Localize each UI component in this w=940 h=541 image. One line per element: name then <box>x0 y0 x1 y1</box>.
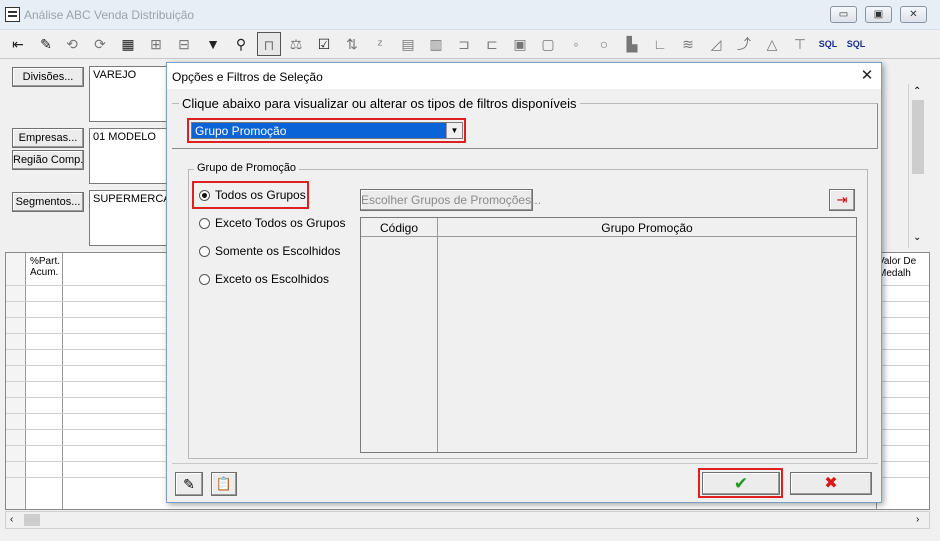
col-valor-header: Valor De Medalh <box>878 256 916 280</box>
sql-run-icon[interactable]: SQL <box>844 32 868 56</box>
group-title: Grupo de Promoção <box>194 162 300 174</box>
segmentos-button[interactable]: Segmentos... <box>12 192 84 212</box>
dialog-close-icon[interactable]: ✕ <box>857 66 877 86</box>
bottom-divider <box>172 463 878 464</box>
empresas-button[interactable]: Empresas... <box>12 128 84 148</box>
sort-icon[interactable]: ⇅ <box>340 32 364 56</box>
sort-za-icon[interactable]: ᶻ <box>368 32 392 56</box>
filter-icon[interactable]: ▼ <box>201 32 225 56</box>
filter-type-value: Grupo Promoção <box>195 124 287 138</box>
hierarchy-icon[interactable]: ⊤ <box>788 32 812 56</box>
scroll-right-icon[interactable]: › <box>916 514 919 525</box>
circle-icon[interactable]: ○ <box>592 32 616 56</box>
dialog-title: Opções e Filtros de Seleção <box>172 70 323 84</box>
divisoes-button[interactable]: Divisões... <box>12 67 84 87</box>
checklist-icon[interactable]: ☑ <box>312 32 336 56</box>
eraser-icon[interactable]: ✎ <box>175 472 203 496</box>
col-part-line2: Acum. <box>30 267 59 278</box>
doc2-icon[interactable]: ▢ <box>536 32 560 56</box>
shape-icon[interactable]: ◿ <box>704 32 728 56</box>
ok-button[interactable]: ✔ <box>702 472 780 495</box>
bracket-icon[interactable]: ⊐ <box>452 32 476 56</box>
radio-todos-label[interactable]: Todos os Grupos <box>215 188 306 202</box>
minimize-button[interactable]: ▭ <box>830 6 857 23</box>
window-title: Análise ABC Venda Distribuição <box>24 8 195 22</box>
binoculars-icon[interactable]: ⚲ <box>229 32 253 56</box>
radio-exceto-todos[interactable] <box>199 218 210 229</box>
col-codigo-header[interactable]: Código <box>361 221 437 235</box>
scroll-thumb[interactable] <box>912 100 924 174</box>
tree-expand-icon[interactable]: ⊞ <box>144 32 168 56</box>
hscroll-thumb[interactable] <box>24 514 40 526</box>
bar-chart-icon[interactable]: ▙ <box>620 32 644 56</box>
sql-icon[interactable]: SQL <box>816 32 840 56</box>
segmentos-list[interactable]: SUPERMERCA <box>89 190 169 246</box>
axis-chart-icon[interactable]: ∟ <box>648 32 672 56</box>
filter-type-select[interactable]: Grupo Promoção ▼ <box>191 122 463 139</box>
report-icon[interactable]: ▥ <box>424 32 448 56</box>
col-divider <box>437 218 438 452</box>
grid-icon[interactable]: ▦ <box>116 32 140 56</box>
refresh-icon[interactable]: ⟲ <box>60 32 84 56</box>
radio-exceto-escolhidos[interactable] <box>199 274 210 285</box>
title-bar: Análise ABC Venda Distribuição ▭ ▣ ✕ <box>0 0 940 30</box>
empresas-list[interactable]: 01 MODELO <box>89 128 169 184</box>
line-chart-icon[interactable]: ≋ <box>676 32 700 56</box>
radio-somente[interactable] <box>199 246 210 257</box>
app-icon <box>5 7 20 22</box>
radio-somente-label[interactable]: Somente os Escolhidos <box>215 244 340 258</box>
form-icon[interactable]: ▤ <box>396 32 420 56</box>
radio-todos[interactable] <box>199 190 210 201</box>
eraser-icon[interactable]: ✎ <box>34 32 58 56</box>
chart-tree-icon[interactable]: ⊓ <box>257 32 281 56</box>
groups-table[interactable]: Código Grupo Promoção <box>360 217 857 453</box>
col-part-line1: %Part. <box>30 256 61 267</box>
col-grupo-header[interactable]: Grupo Promoção <box>438 221 856 235</box>
toolbar: ⇤ ✎ ⟲ ⟳ ▦ ⊞ ⊟ ▼ ⚲ ⊓ ⚖ ☑ ⇅ ᶻ ▤ ▥ ⊐ ⊏ ▣ ▢ … <box>0 30 940 59</box>
section-title: Clique abaixo para visualizar ou alterar… <box>179 96 580 111</box>
dialog-title-bar: Opções e Filtros de Seleção ✕ <box>167 63 881 89</box>
small-circle-icon[interactable]: ◦ <box>564 32 588 56</box>
chevron-down-icon[interactable]: ▼ <box>446 123 462 138</box>
scroll-down-icon[interactable]: ⌄ <box>913 232 921 243</box>
tree-collapse-icon[interactable]: ⊟ <box>172 32 196 56</box>
restore-button[interactable]: ▣ <box>865 6 892 23</box>
divisoes-list[interactable]: VAREJO <box>89 66 169 122</box>
col-valor-line2: Medalh <box>878 268 911 279</box>
regiao-comp-button[interactable]: Região Comp. <box>12 150 84 170</box>
filter-scrollbar[interactable]: ⌃ ⌄ <box>908 84 928 248</box>
scale-icon[interactable]: ⚖ <box>284 32 308 56</box>
export-list-icon[interactable]: ⇥ <box>829 189 855 211</box>
scroll-up-icon[interactable]: ⌃ <box>913 86 921 97</box>
col-valor-line1: Valor De <box>878 256 917 267</box>
triangle-icon[interactable]: △ <box>760 32 784 56</box>
trend-icon[interactable]: ⤴ <box>732 32 756 56</box>
choose-groups-button[interactable]: Escolher Grupos de Promoções... <box>360 189 541 211</box>
radio-exceto-escolhidos-label[interactable]: Exceto os Escolhidos <box>215 272 329 286</box>
scroll-left-icon[interactable]: ‹ <box>10 514 13 525</box>
radio-exceto-todos-label[interactable]: Exceto Todos os Grupos <box>215 216 346 230</box>
doc-icon[interactable]: ▣ <box>508 32 532 56</box>
redo-icon[interactable]: ⟳ <box>88 32 112 56</box>
horizontal-scrollbar[interactable]: ‹ › <box>5 511 930 529</box>
clipboard-icon[interactable]: 📋 <box>211 472 237 496</box>
filter-dialog: Opções e Filtros de Seleção ✕ Clique aba… <box>166 62 882 503</box>
close-button[interactable]: ✕ <box>900 6 927 23</box>
export-icon[interactable]: ⊏ <box>480 32 504 56</box>
col-part-header: %Part. Acum. <box>30 256 60 278</box>
exit-icon[interactable]: ⇤ <box>6 32 30 56</box>
cancel-button[interactable]: ✖ <box>790 472 872 495</box>
